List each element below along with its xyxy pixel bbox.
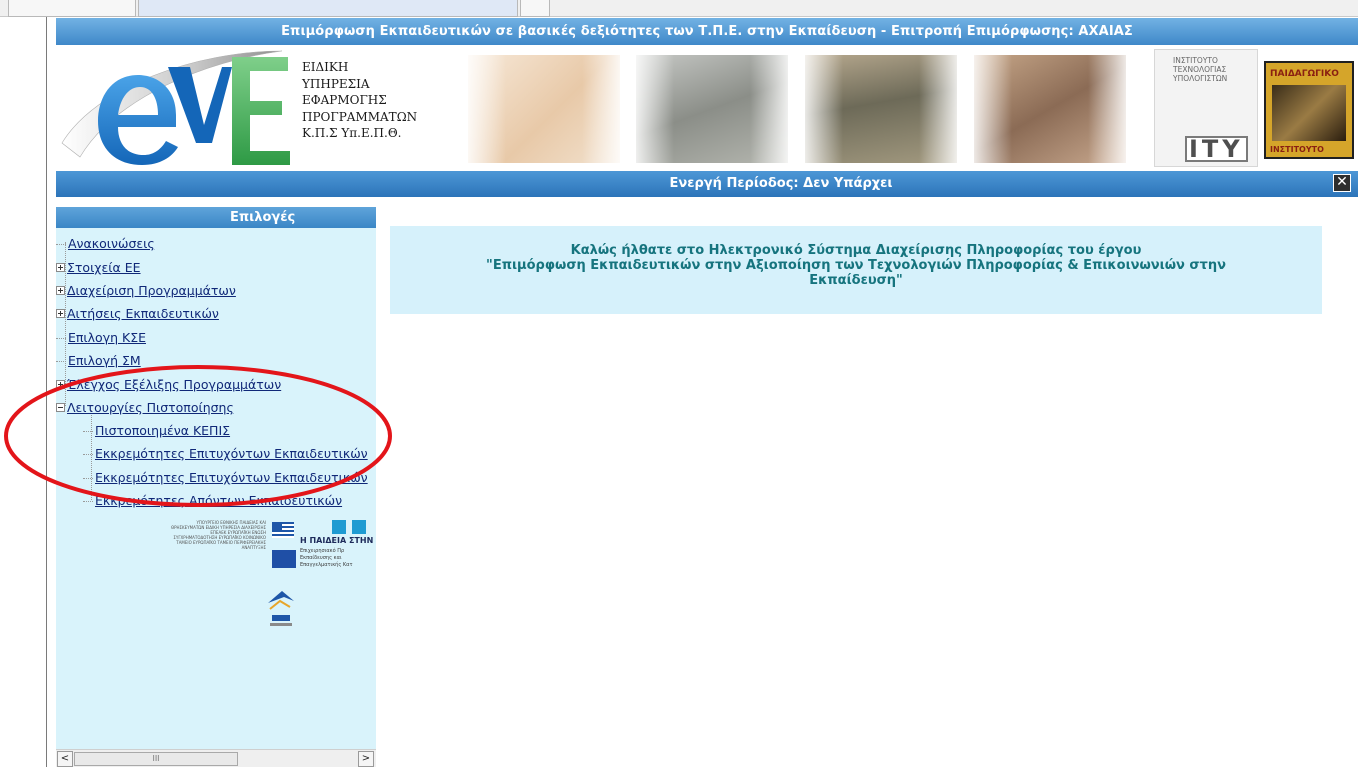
nav-item-announcements[interactable]: Ανακοινώσεις <box>56 234 155 254</box>
active-period-bar: Ενεργή Περίοδος: Δεν Υπάρχει ✕ <box>56 171 1358 197</box>
nav-item-program-management[interactable]: Διαχείριση Προγραμμάτων <box>56 281 236 301</box>
eu-funding-logo: ΥΠΟΥΡΓΕΙΟ ΕΘΝΙΚΗΣ ΠΑΙΔΕΙΑΣ ΚΑΙ ΘΡΗΣΚΕΥΜΑ… <box>170 520 374 568</box>
close-icon[interactable]: ✕ <box>1333 174 1351 192</box>
sidebar-header: Επιλογές <box>56 207 376 228</box>
eye-logo <box>61 50 290 165</box>
welcome-line: "Επιμόρφωση Εκπαιδευτικών στην Αξιοποίησ… <box>486 258 1226 273</box>
expand-icon[interactable] <box>56 285 65 295</box>
page-title: Επιμόρφωση Εκπαιδευτικών σε βασικές δεξι… <box>56 18 1358 45</box>
nav-subitem-pending-absent[interactable]: Εκκρεμότητες Απόντων Εκπαιδευτικών <box>83 491 342 511</box>
nav-item-ee-data[interactable]: Στοιχεία ΕΕ <box>56 258 141 278</box>
collapse-icon[interactable] <box>56 402 65 412</box>
nav-subitem-pending-successful-1[interactable]: Εκκρεμότητες Επιτυχόντων Εκπαιδευτικών <box>83 444 368 464</box>
browser-new-tab[interactable] <box>520 0 550 17</box>
scroll-right-icon[interactable]: > <box>358 751 374 767</box>
scroll-thumb[interactable]: III <box>74 752 238 766</box>
nav-item-certification-functions[interactable]: Λειτουργίες Πιστοποίησης <box>56 398 234 418</box>
sidebar: Επιλογές Ανακοινώσεις Στοιχεία ΕΕ Διαχεί… <box>56 207 376 767</box>
browser-tab[interactable] <box>8 0 136 17</box>
header-banner: ΕΙΔΙΚΗ ΥΠΗΡΕΣΙΑ ΕΦΑΡΜΟΓΗΣ ΠΡΟΓΡΑΜΜΑΤΩΝ Κ… <box>56 45 1358 171</box>
browser-tab-strip <box>0 0 1358 17</box>
welcome-panel: Καλώς ήλθατε στο Ηλεκτρονικό Σύστημα Δια… <box>390 226 1322 314</box>
frame-border <box>46 17 47 767</box>
welcome-line: Εκπαίδευση" <box>809 273 903 288</box>
logo-text: ΕΙΔΙΚΗ ΥΠΗΡΕΣΙΑ ΕΦΑΡΜΟΓΗΣ ΠΡΟΓΡΑΜΜΑΤΩΝ Κ… <box>302 60 418 140</box>
eu-flag-icon <box>272 550 296 568</box>
pedagogical-institute-logo: ΠΑΙΔΑΓΩΓΙΚΟ ΙΝΣΤΙΤΟΥΤΟ <box>1264 61 1354 159</box>
nav-item-teacher-applications[interactable]: Αιτήσεις Εκπαιδευτικών <box>56 304 219 324</box>
banner-photo-computer-lab <box>636 55 788 163</box>
expand-icon[interactable] <box>56 262 65 272</box>
banner-photo-child <box>468 55 620 163</box>
nav-tree: Ανακοινώσεις Στοιχεία ΕΕ Διαχείριση Προγ… <box>56 228 376 518</box>
browser-tab-active[interactable] <box>138 0 518 17</box>
nav-item-sm-selection[interactable]: Επιλογή ΣΜ <box>56 351 141 371</box>
banner-photo-teacher-student <box>974 55 1126 163</box>
nav-subitem-pending-successful-2[interactable]: Εκκρεμότητες Επιτυχόντων Εκπαιδευτικών <box>83 468 368 488</box>
expand-icon[interactable] <box>56 379 65 389</box>
banner-photo-library <box>805 55 957 163</box>
active-period-text: Ενεργή Περίοδος: Δεν Υπάρχει <box>669 176 893 191</box>
scroll-left-icon[interactable]: < <box>57 751 73 767</box>
welcome-line: Καλώς ήλθατε στο Ηλεκτρονικό Σύστημα Δια… <box>570 243 1142 258</box>
expand-icon[interactable] <box>56 308 65 318</box>
nav-item-program-progress[interactable]: Έλεγχος Εξέλιξης Προγραμμάτων <box>56 375 281 395</box>
sidebar-horizontal-scrollbar[interactable]: < III > <box>56 749 376 767</box>
nav-subitem-certified-kepis[interactable]: Πιστοποιημένα ΚΕΠΙΣ <box>83 421 230 441</box>
greek-flag-icon <box>272 522 294 538</box>
hellas-2008-logo <box>268 591 294 626</box>
ity-logo: ΙΝΣΤΙΤΟΥΤΟ ΤΕΧΝΟΛΟΓΙΑΣ ΥΠΟΛΟΓΙΣΤΩΝ ITY <box>1154 49 1258 167</box>
nav-item-kse-selection[interactable]: Επιλογη ΚΣΕ <box>56 328 146 348</box>
